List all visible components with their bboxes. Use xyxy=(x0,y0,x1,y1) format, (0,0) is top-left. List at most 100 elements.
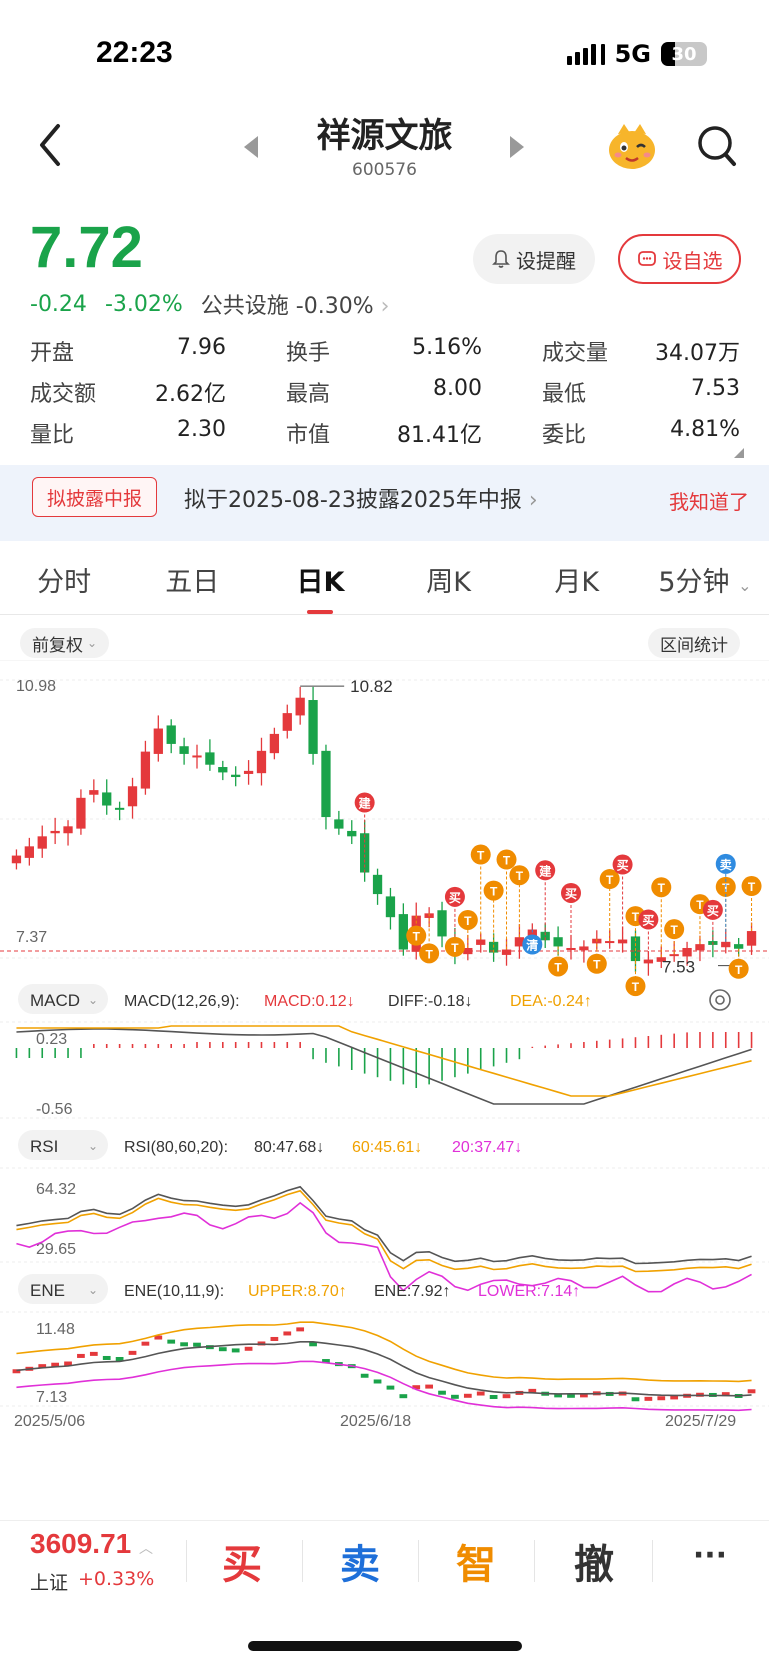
trade-marker-label: 建 xyxy=(538,863,552,878)
trade-marker-label: 买 xyxy=(449,891,461,905)
trade-marker-label: T xyxy=(593,958,601,972)
high-marker-label: 10.82 xyxy=(350,677,393,696)
settings-icon xyxy=(709,989,731,1011)
ene-candle xyxy=(360,1373,369,1378)
tab-minute[interactable]: 分时 xyxy=(0,556,128,612)
stats-grid: 开盘 7.96 换手 5.16% 成交量 34.07万 成交额 2.62亿 最高 8.00 最低 7.… xyxy=(30,330,740,453)
x-axis-label: 2025/7/29 xyxy=(665,1413,736,1430)
mascot-icon[interactable] xyxy=(606,120,658,172)
tab-monthly-k[interactable]: 月K xyxy=(513,556,641,612)
ene-candle xyxy=(463,1393,472,1398)
diff-line xyxy=(16,1028,752,1105)
ene-candle xyxy=(244,1346,253,1351)
next-stock-icon[interactable] xyxy=(510,136,524,158)
stat-item: 最高 8.00 xyxy=(286,376,482,408)
tab-five-day[interactable]: 五日 xyxy=(128,556,256,612)
tab-daily-k[interactable]: 日K xyxy=(256,556,384,614)
indicator-value: LOWER:7.14↑ xyxy=(478,1283,580,1300)
expand-stats-icon[interactable] xyxy=(734,448,744,458)
stat-item: 市值 81.41亿 xyxy=(286,417,482,449)
candle xyxy=(243,770,254,774)
status-time: 22:23 xyxy=(96,36,173,69)
candle xyxy=(398,914,408,950)
candle xyxy=(192,755,202,758)
adjust-dropdown[interactable]: 前复权 ⌄ xyxy=(20,628,110,658)
ene-candle xyxy=(141,1341,150,1346)
trade-marker-label: T xyxy=(658,881,666,895)
candle xyxy=(385,896,396,918)
candle xyxy=(231,774,241,778)
kline-chart[interactable]: 10.987.3710.827.53建TT买TTTTTT清建T买TT买TT 买TT… xyxy=(0,660,769,1520)
candle xyxy=(153,728,163,754)
rsi-min-label: 29.65 xyxy=(36,1241,76,1258)
stat-value: 5.16% xyxy=(412,334,482,360)
buy-button[interactable]: 买 xyxy=(192,1532,292,1590)
stats-row: 量比 2.30 市值 81.41亿 委比 4.81% xyxy=(30,412,740,453)
candle xyxy=(721,941,731,948)
trade-marker-label: T xyxy=(477,849,485,863)
ene-candle xyxy=(644,1396,653,1401)
indicator-name: MACD xyxy=(30,991,80,1010)
ene-candle xyxy=(218,1347,227,1352)
candle xyxy=(579,946,589,951)
trade-marker-label: T xyxy=(503,854,511,868)
trade-marker-label: T xyxy=(451,941,459,955)
ene-candle xyxy=(386,1385,395,1390)
ene-candle xyxy=(373,1379,382,1384)
x-axis-label: 2025/5/06 xyxy=(14,1413,85,1430)
trade-marker-label: 买 xyxy=(642,914,654,928)
stat-item: 开盘 7.96 xyxy=(30,335,226,367)
add-watchlist-button[interactable]: 设自选 xyxy=(618,234,741,284)
ene-candle xyxy=(399,1394,408,1399)
sector-link[interactable]: 公共设施 -0.30% › xyxy=(201,288,390,320)
notice-dismiss-button[interactable]: 我知道了 xyxy=(669,486,749,515)
tab-weekly-k[interactable]: 周K xyxy=(385,556,513,612)
trade-marker-label: 清 xyxy=(526,938,538,953)
stat-label: 开盘 xyxy=(30,340,75,366)
sell-button[interactable]: 卖 xyxy=(310,1532,410,1590)
stat-item: 最低 7.53 xyxy=(542,376,740,408)
trade-marker-label: T xyxy=(671,923,679,937)
candle xyxy=(50,830,60,834)
range-stats-button[interactable]: 区间统计 xyxy=(648,628,740,658)
indicator-value: 60:45.61↓ xyxy=(352,1139,422,1156)
indicator-name: RSI xyxy=(30,1137,58,1156)
candle xyxy=(179,746,189,754)
more-button[interactable]: ··· xyxy=(660,1538,760,1573)
period-tabs: 分时 五日 日K 周K 月K 5分钟 ⌄ xyxy=(0,556,769,614)
set-alert-button[interactable]: 设提醒 xyxy=(473,234,595,284)
smart-button[interactable]: 智 xyxy=(426,1532,526,1590)
low-marker-label: 7.53 xyxy=(662,958,695,977)
stat-label: 委比 xyxy=(542,422,587,448)
candle xyxy=(605,941,615,944)
ene-candle xyxy=(77,1353,85,1358)
tab-5min[interactable]: 5分钟 ⌄ xyxy=(641,556,769,612)
candle xyxy=(37,836,47,849)
macd-max-label: 0.23 xyxy=(36,1031,67,1048)
indicator-name: ENE xyxy=(30,1281,65,1300)
candle xyxy=(256,750,267,774)
search-icon[interactable] xyxy=(696,124,738,168)
bell-icon xyxy=(492,250,510,268)
trade-marker-label: T xyxy=(490,885,498,899)
trade-marker-label: T xyxy=(425,947,433,961)
notice-text[interactable]: 拟于2025-08-23披露2025年中报 › xyxy=(184,482,538,514)
candle xyxy=(669,954,679,957)
cancel-order-button[interactable]: 撤 xyxy=(544,1532,644,1590)
stat-item: 成交量 34.07万 xyxy=(542,335,740,367)
stat-label: 最高 xyxy=(286,381,331,407)
signal-icon xyxy=(566,43,605,65)
indicator-value: ENE(10,11,9): xyxy=(124,1283,224,1300)
candle xyxy=(63,826,73,834)
divider xyxy=(302,1540,303,1582)
divider xyxy=(534,1540,535,1582)
index-value[interactable]: 3609.71 ︿ xyxy=(30,1528,153,1560)
candle xyxy=(269,733,280,754)
candle xyxy=(734,944,744,949)
indicator-value: DEA:-0.24↑ xyxy=(510,993,592,1010)
candle xyxy=(437,910,447,937)
home-indicator xyxy=(248,1641,522,1651)
ene-upper-line xyxy=(16,1321,752,1383)
chevron-down-icon: ⌄ xyxy=(88,993,98,1007)
stat-value: 2.30 xyxy=(177,416,226,442)
